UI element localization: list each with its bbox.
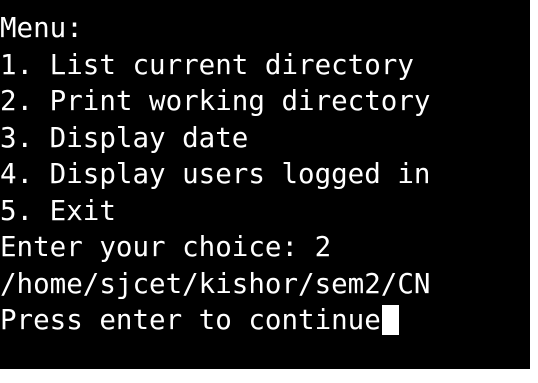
terminal-output: Menu: 1. List current directory 2. Print… (0, 10, 430, 339)
menu-heading: Menu: (0, 12, 83, 44)
command-output: /home/sjcet/kishor/sem2/CN (0, 267, 431, 300)
continue-prompt: Press enter to continue (0, 304, 381, 336)
terminal-window[interactable]: Menu: 1. List current directory 2. Print… (0, 0, 530, 369)
menu-option-5: 5. Exit (0, 194, 116, 227)
frame-edge-bottom (0, 369, 538, 383)
frame-edge-right (530, 0, 538, 383)
continue-prompt-line: Press enter to continue (0, 302, 430, 339)
menu-option-4: 4. Display users logged in (0, 158, 431, 190)
menu-option-2: 2. Print working directory (0, 85, 431, 117)
menu-option-1: 1. List current directory (0, 48, 414, 81)
menu-option-3: 3. Display date (0, 121, 249, 154)
choice-prompt: Enter your choice: 2 (0, 231, 332, 263)
text-cursor[interactable] (381, 305, 399, 335)
